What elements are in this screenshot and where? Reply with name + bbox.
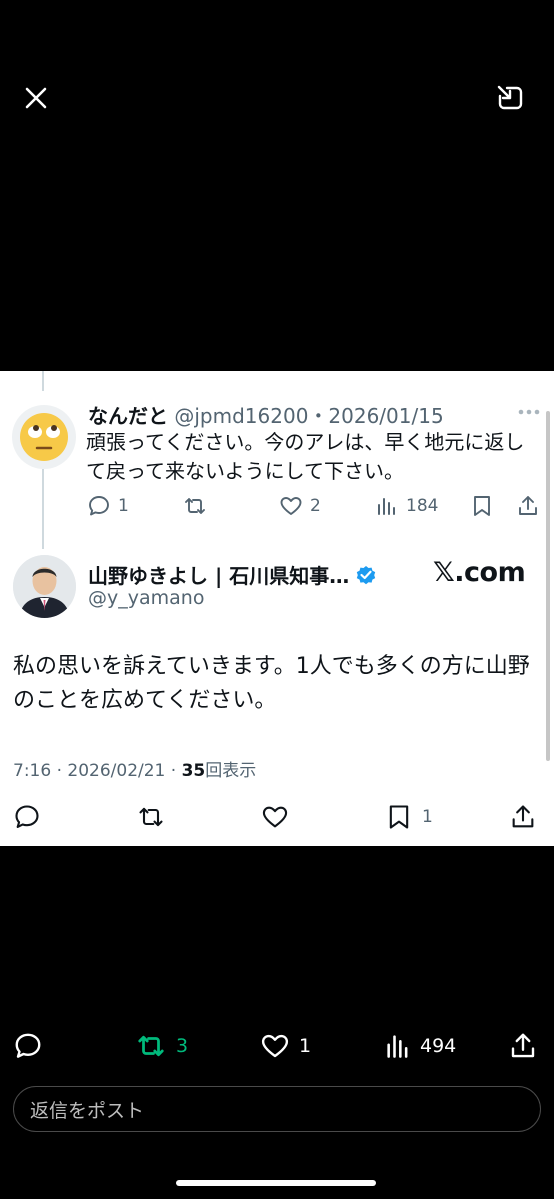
bottom-action-bar: 3 1 494 xyxy=(0,1028,554,1064)
retweet-icon xyxy=(139,807,163,827)
exit-fullscreen-icon[interactable] xyxy=(496,84,524,112)
reply-header: なんだと @jpmd16200・2026/01/15 xyxy=(88,400,444,429)
share-icon xyxy=(519,496,537,515)
avatar xyxy=(13,555,76,618)
reply-action-bar: 1 2 184 xyxy=(0,491,554,521)
heart-icon xyxy=(261,1034,289,1058)
reply-placeholder: 返信をポスト xyxy=(30,1099,145,1122)
close-icon[interactable] xyxy=(22,84,50,112)
bookmark-button[interactable] xyxy=(471,491,493,521)
retweet-button[interactable] xyxy=(135,801,167,833)
retweet-icon xyxy=(185,498,205,514)
x-com-logo: 𝕏.com xyxy=(433,557,526,588)
views-button[interactable]: 494 xyxy=(384,1028,456,1064)
bookmark-icon xyxy=(474,496,490,516)
reply-button[interactable] xyxy=(13,1028,43,1064)
like-count: 2 xyxy=(310,496,321,516)
timestamp-text: 7:16 · 2026/02/21 · xyxy=(13,761,182,781)
comment-icon xyxy=(89,496,109,516)
reply-author-name[interactable]: なんだと xyxy=(88,404,168,428)
main-author-handle[interactable]: @y_yamano xyxy=(88,587,204,609)
comment-icon xyxy=(15,1033,41,1058)
share-button[interactable] xyxy=(516,491,540,521)
reply-text: 頑張ってください。今のアレは、早く地元に返して戻って来ないようにして下さい。 xyxy=(86,430,525,483)
bookmark-icon xyxy=(389,805,409,829)
main-author-name[interactable]: 山野ゆきよし | 石川県知事… xyxy=(88,560,377,589)
view-count: 35 xyxy=(181,761,206,781)
reply-input[interactable]: 返信をポスト xyxy=(13,1086,541,1132)
retweet-button[interactable]: 3 xyxy=(134,1028,188,1064)
like-button[interactable]: 1 xyxy=(259,1028,311,1064)
like-button[interactable] xyxy=(261,801,289,833)
views-chart-icon xyxy=(378,498,395,515)
view-label: 回表示 xyxy=(205,761,257,781)
more-icon[interactable] xyxy=(516,404,542,418)
main-tweet-text: 私の思いを訴えていきます。1人でも多くの方に山野のことを広めてください。 xyxy=(13,654,530,713)
views-count: 184 xyxy=(406,496,439,516)
tweet-timestamp: 7:16 · 2026/02/21 · 35回表示 xyxy=(13,756,256,781)
tweet-screenshot-card: なんだと @jpmd16200・2026/01/15 頑張ってください。今のアレ… xyxy=(0,371,554,846)
retweet-icon xyxy=(138,1035,164,1057)
retweet-button[interactable] xyxy=(182,491,208,521)
bookmark-count: 1 xyxy=(422,807,433,827)
heart-icon xyxy=(280,497,302,515)
comment-icon xyxy=(15,805,39,828)
bookmark-button[interactable]: 1 xyxy=(386,801,433,833)
home-indicator xyxy=(176,1180,376,1186)
like-button[interactable]: 2 xyxy=(279,491,321,521)
heart-icon xyxy=(262,806,288,828)
views-chart-icon xyxy=(387,1035,408,1058)
share-icon xyxy=(512,805,534,828)
share-button[interactable] xyxy=(509,801,537,833)
scrollbar xyxy=(546,411,550,761)
author-name-text: 山野ゆきよし | 石川県知事… xyxy=(88,564,350,588)
avatar xyxy=(12,405,76,469)
thread-line xyxy=(42,371,44,391)
person-portrait-icon xyxy=(13,555,76,618)
verified-badge-icon xyxy=(357,565,376,584)
reply-count: 1 xyxy=(118,496,129,516)
views-button[interactable]: 184 xyxy=(375,491,438,521)
main-action-bar: 1 xyxy=(0,801,554,833)
retweet-count: 3 xyxy=(176,1035,189,1057)
share-icon xyxy=(511,1033,535,1058)
views-count: 494 xyxy=(420,1035,457,1057)
reply-handle-date: @jpmd16200・2026/01/15 xyxy=(174,404,444,428)
reply-button[interactable] xyxy=(13,801,41,833)
reply-button[interactable]: 1 xyxy=(87,491,129,521)
eye-roll-emoji-icon xyxy=(20,413,68,461)
share-button[interactable] xyxy=(508,1028,538,1064)
like-count: 1 xyxy=(299,1035,312,1057)
